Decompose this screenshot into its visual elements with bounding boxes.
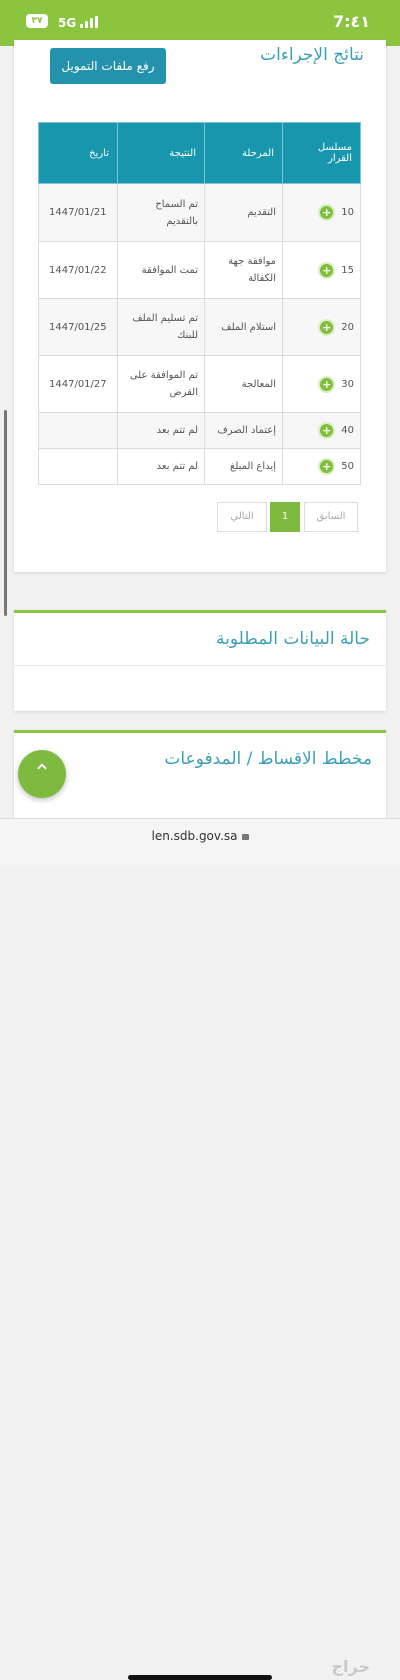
col-stage: المرحلة [204,122,283,184]
scrollbar[interactable] [4,410,7,616]
row-date: 1447/01/22 [38,241,118,299]
section-title: حالة البيانات المطلوبة [216,629,370,649]
row-result: تمت الموافقة [117,241,205,299]
chevron-up-icon: ⌃ [32,761,52,786]
pagination-next-button[interactable]: التالي [217,502,267,532]
row-result: لم تتم بعد [117,412,205,449]
table-row: 10 + التقديم تم السماح بالتقديم 1447/01/2… [38,183,361,242]
procedures-table: مسلسل القرار المرحلة النتيجة تاريخ 10 + ا… [38,122,361,485]
row-seq: 40 [341,425,354,436]
row-seq: 20 [341,321,354,333]
row-stage: المعالجة [204,355,283,413]
expand-icon[interactable]: + [318,261,336,279]
row-date: 1447/01/21 [38,183,118,242]
row-stage: التقديم [204,183,283,242]
table-row: 50 + إيداع المبلغ لم تتم بعد [38,448,361,485]
url-text: len.sdb.gov.sa [151,829,238,843]
row-date [38,448,118,485]
divider [14,665,386,666]
table-row: 20 + استلام الملف تم تسليم الملف للبنك 14… [38,298,361,356]
table-row: 40 + إعتماد الصرف لم تتم بعد [38,412,361,449]
col-date: تاريخ [38,122,118,184]
row-result: تم السماح بالتقديم [117,183,205,242]
row-stage: إعتماد الصرف [204,412,283,449]
row-seq: 30 [341,378,354,390]
lock-icon [241,834,249,840]
page-title: نتائج الإجراءات [260,45,364,65]
row-stage: موافقة جهة الكفالة [204,241,283,299]
row-date: 1447/01/25 [38,298,118,356]
expand-icon[interactable]: + [318,204,336,221]
network-label: 5G [58,16,77,30]
row-date [38,412,118,449]
pagination-page-1[interactable]: 1 [270,502,300,532]
row-seq: 10 [341,207,354,218]
clock: 7:٤١ [332,12,370,31]
row-seq: 50 [341,461,354,472]
battery-indicator: ٣٧ [26,14,48,28]
home-indicator [128,1675,272,1680]
col-result: النتيجة [117,122,205,184]
expand-icon[interactable]: + [318,422,336,439]
browser-url-bar[interactable]: len.sdb.gov.sa حراج [0,818,400,1680]
required-data-section: حالة البيانات المطلوبة [14,610,386,711]
row-result: تم تسليم الملف للبنك [117,298,205,356]
procedures-card: نتائج الإجراءات رفع ملفات التمويل مسلسل … [14,40,386,572]
expand-icon[interactable]: + [318,375,336,393]
row-stage: استلام الملف [204,298,283,356]
row-result: تم الموافقة على القرض [117,355,205,413]
table-row: 15 + موافقة جهة الكفالة تمت الموافقة 1447… [38,241,361,299]
row-seq: 15 [341,264,354,276]
signal-icon [80,16,98,28]
scroll-to-top-button[interactable]: ⌃ [18,750,66,798]
section-title: مخطط الاقساط / المدفوعات [164,749,372,769]
upload-files-button[interactable]: رفع ملفات التمويل [50,48,166,84]
table-row: 30 + المعالجة تم الموافقة على القرض 1447/… [38,355,361,413]
pagination-prev-button[interactable]: السابق [304,502,358,532]
row-result: لم تتم بعد [117,448,205,485]
row-stage: إيداع المبلغ [204,448,283,485]
expand-icon[interactable]: + [318,458,336,475]
watermark: حراج [331,1657,371,1676]
expand-icon[interactable]: + [318,318,336,336]
col-seq: مسلسل القرار [282,122,361,184]
row-date: 1447/01/27 [38,355,118,413]
